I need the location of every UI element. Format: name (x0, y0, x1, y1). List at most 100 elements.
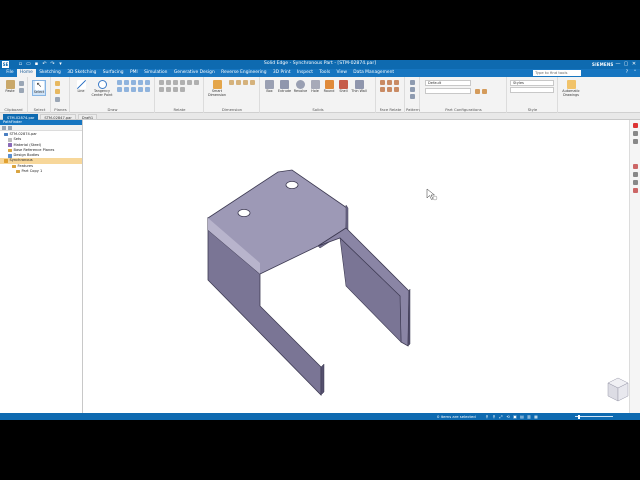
tab-tools[interactable]: Tools (316, 69, 333, 77)
view-orientation-icon[interactable]: ▣ (513, 414, 517, 419)
zoom-icon[interactable]: ⚲ (492, 414, 496, 419)
circular-pattern-icon[interactable] (410, 87, 415, 92)
library-icon[interactable] (632, 180, 638, 185)
lock-plane-icon[interactable] (55, 97, 60, 102)
move-icon[interactable] (131, 87, 136, 92)
scale-icon[interactable] (145, 87, 150, 92)
extrude-button[interactable]: Extrude (277, 80, 292, 94)
help-icon[interactable]: ? (624, 70, 630, 76)
rotate-icon[interactable] (138, 87, 143, 92)
tab-file[interactable]: File (3, 69, 17, 77)
rectangle-icon[interactable] (117, 80, 122, 85)
angle-icon[interactable] (236, 80, 241, 85)
mounting-hole-right[interactable] (285, 181, 299, 190)
maximize-button[interactable]: ▢ (622, 60, 630, 69)
distance-icon[interactable] (229, 80, 234, 85)
expand-icon[interactable]: ⌃ (632, 70, 638, 76)
views-icon[interactable] (632, 172, 638, 177)
command-finder-icon[interactable] (632, 123, 638, 128)
tab-sketching[interactable]: Sketching (36, 69, 64, 77)
sensors-icon[interactable] (632, 188, 638, 193)
select-button[interactable]: ↖ Select (32, 80, 46, 96)
layers-icon[interactable] (632, 131, 638, 136)
coordinate-system-icon[interactable] (55, 89, 60, 94)
filter-icon[interactable] (2, 126, 6, 130)
tab-3d-sketching[interactable]: 3D Sketching (64, 69, 100, 77)
style-select[interactable]: Styles (510, 80, 554, 86)
display-style-icon[interactable]: ▤ (520, 414, 524, 419)
symmetric-diameter-icon[interactable] (250, 80, 255, 85)
configuration-select-secondary[interactable] (425, 88, 471, 94)
smart-dimension-button[interactable]: Smart Dimension (208, 80, 226, 98)
thin-wall-button[interactable]: Thin Wall (351, 80, 367, 94)
minimize-button[interactable]: — (614, 60, 622, 69)
equal-icon[interactable] (194, 80, 199, 85)
mounting-hole-left[interactable] (237, 209, 251, 218)
round-button[interactable]: Round (322, 80, 336, 94)
view-cube-icon[interactable] (607, 377, 629, 402)
mirror-pattern-icon[interactable] (410, 94, 415, 99)
properties-icon[interactable] (632, 139, 638, 144)
tab-pmi[interactable]: PMI (127, 69, 141, 77)
tangency-center-point-button[interactable]: Tangency Center Point (89, 80, 115, 98)
coordinate-dimension-icon[interactable] (243, 80, 248, 85)
render-mode-icon[interactable]: ▦ (534, 414, 538, 419)
tangent-icon[interactable] (173, 80, 178, 85)
section-view-icon[interactable]: ▥ (527, 414, 531, 419)
tab-3d-print[interactable]: 3D Print (270, 69, 294, 77)
tab-surfacing[interactable]: Surfacing (100, 69, 127, 77)
shell-button[interactable]: Shell (337, 80, 350, 94)
fit-icon[interactable]: ⤢ (499, 414, 503, 419)
symmetric-icon[interactable] (166, 87, 171, 92)
face-perpendicular-icon[interactable] (380, 87, 385, 92)
coplanar-icon[interactable] (380, 80, 385, 85)
close-button[interactable]: ✕ (630, 60, 638, 69)
settings-icon[interactable] (8, 126, 12, 130)
offset-icon[interactable] (117, 87, 122, 92)
face-parallel-icon[interactable] (394, 80, 399, 85)
face-tangent-icon[interactable] (387, 87, 392, 92)
horizontal-vertical-icon[interactable] (166, 80, 171, 85)
tab-data-management[interactable]: Data Management (350, 69, 397, 77)
arc-icon[interactable] (124, 80, 129, 85)
zoom-slider-handle[interactable] (578, 414, 580, 419)
bracket-body[interactable] (207, 169, 411, 396)
graphics-viewport[interactable] (84, 120, 629, 413)
coaxial-icon[interactable] (387, 80, 392, 85)
lock-icon[interactable] (180, 87, 185, 92)
mirror-icon[interactable] (124, 87, 129, 92)
tab-inspect[interactable]: Inspect (294, 69, 316, 77)
command-search-input[interactable]: Type to find tools (533, 70, 581, 76)
config-manage-icon[interactable] (482, 89, 487, 94)
tab-generative-design[interactable]: Generative Design (171, 69, 218, 77)
rotate-view-icon[interactable]: ⟲ (506, 414, 510, 419)
fillet-icon[interactable] (138, 80, 143, 85)
style-select-secondary[interactable] (510, 87, 554, 93)
rectangular-pattern-icon[interactable] (410, 80, 415, 85)
revolve-button[interactable]: Revolve (293, 80, 308, 94)
config-add-icon[interactable] (475, 89, 480, 94)
trim-icon[interactable] (145, 80, 150, 85)
tab-view[interactable]: View (333, 69, 350, 77)
zoom-slider[interactable] (575, 416, 613, 417)
parallel-icon[interactable] (180, 80, 185, 85)
tab-home[interactable]: Home (16, 69, 37, 77)
tree-item[interactable]: Part Copy 1 (0, 169, 82, 174)
concentric-icon[interactable] (159, 87, 164, 92)
zoom-area-icon[interactable]: ⚲ (485, 414, 489, 419)
face-symmetric-icon[interactable] (394, 87, 399, 92)
collinear-icon[interactable] (173, 87, 178, 92)
hole-button[interactable]: Hole (309, 80, 321, 94)
connect-icon[interactable] (159, 80, 164, 85)
plane-icon[interactable] (55, 81, 60, 86)
copy-icon[interactable] (19, 88, 24, 93)
curve-icon[interactable] (131, 80, 136, 85)
tab-simulation[interactable]: Simulation (141, 69, 171, 77)
configuration-select[interactable]: Default (425, 80, 471, 86)
paste-button[interactable]: Paste (3, 80, 17, 94)
automatic-drawings-button[interactable]: Automatic Drawings (561, 80, 581, 98)
tab-reverse-engineering[interactable]: Reverse Engineering (218, 69, 270, 77)
box-button[interactable]: Box (263, 80, 276, 94)
perpendicular-icon[interactable] (187, 80, 192, 85)
cut-icon[interactable] (19, 81, 24, 86)
